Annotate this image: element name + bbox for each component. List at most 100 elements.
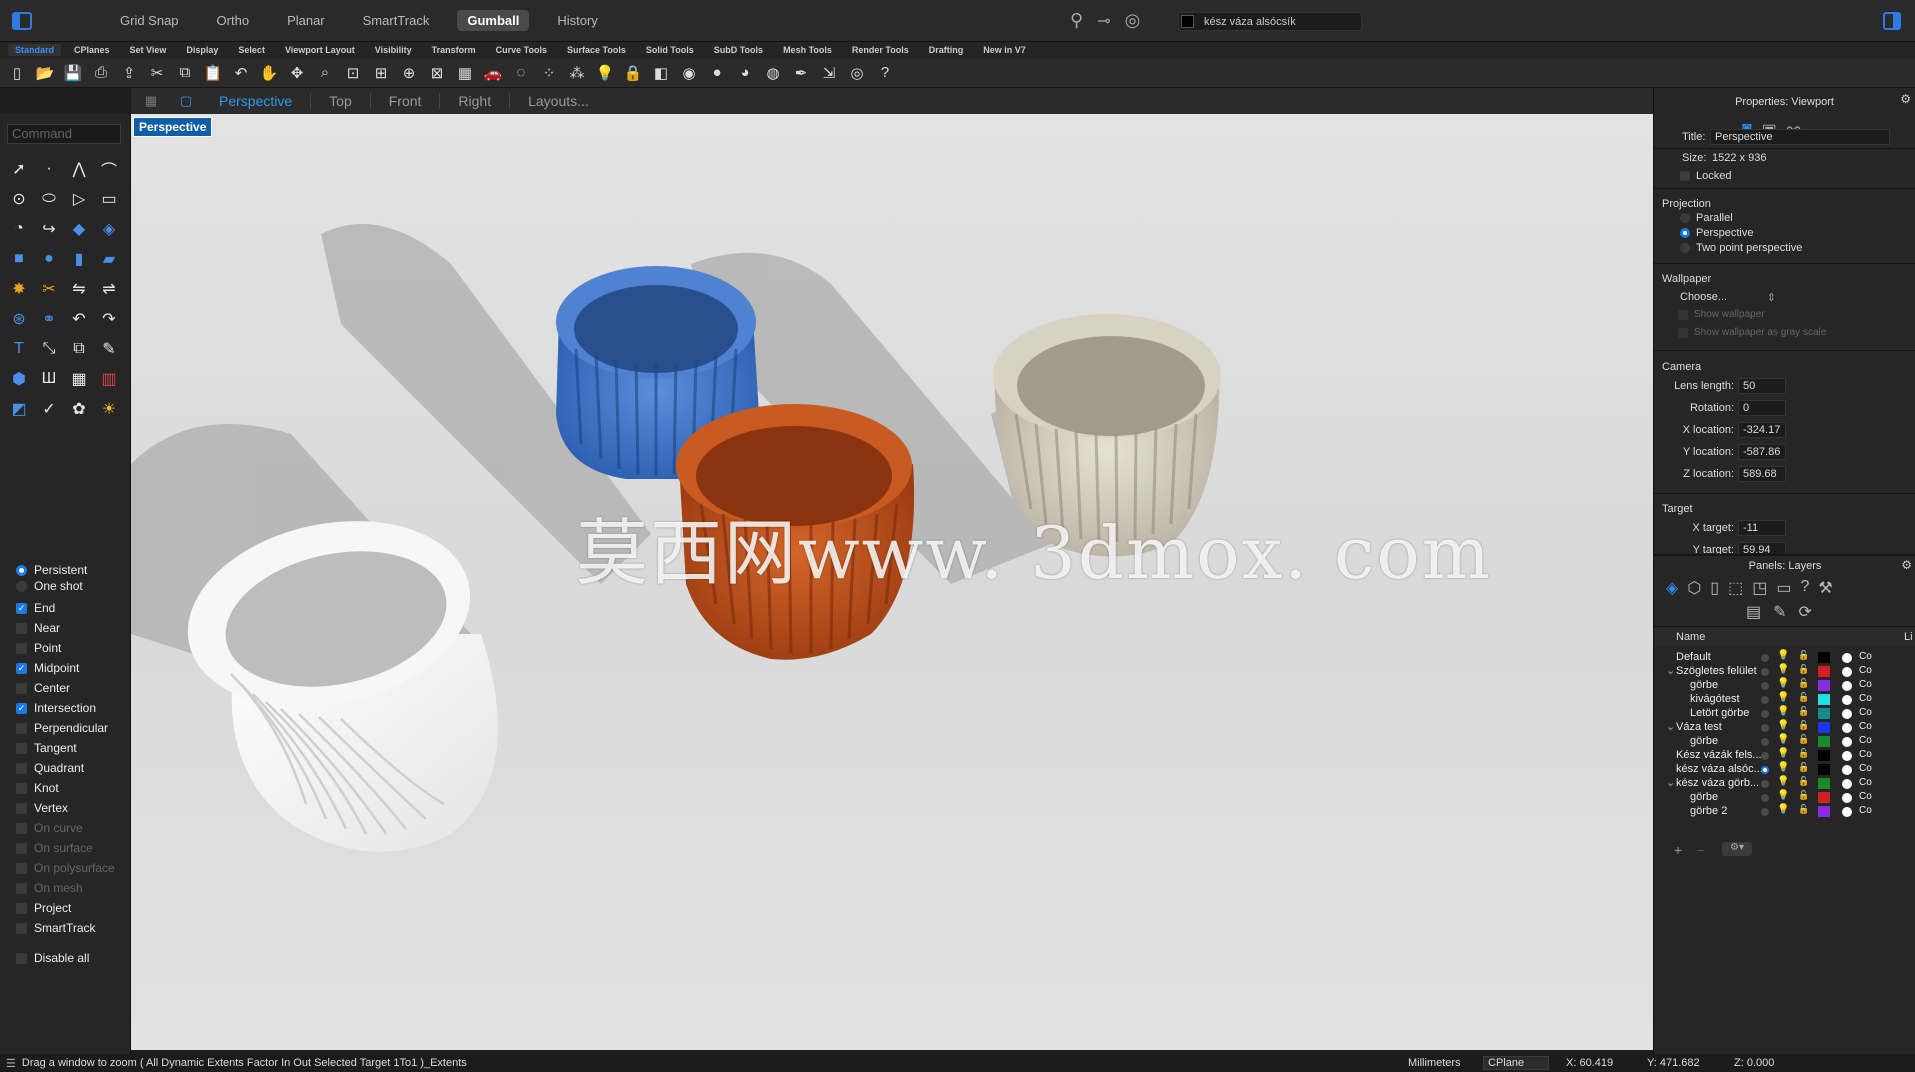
current-layer-dot-icon[interactable] (1761, 794, 1769, 802)
tab-standard[interactable]: Standard (8, 44, 62, 56)
tab-cplanes[interactable]: CPlanes (67, 44, 117, 56)
osnap-point-checkbox[interactable]: Point (16, 638, 131, 658)
projection-two-point-perspective-radio[interactable]: Two point perspective (1680, 240, 1802, 255)
join-icon[interactable]: ⇌ (94, 274, 124, 304)
copy-obj-icon[interactable]: ⧉ (64, 334, 94, 364)
current-layer-dot-icon[interactable] (1761, 710, 1769, 718)
layer-color-swatch[interactable] (1818, 694, 1830, 705)
panel-options-gear-icon[interactable]: ⚙ (1900, 92, 1911, 106)
history-panel-icon[interactable]: ⟳ (1799, 602, 1812, 622)
mode-history-button[interactable]: History (547, 10, 607, 31)
visibility-bulb-icon[interactable]: 💡 (1777, 678, 1789, 689)
layer-name[interactable]: görbe (1690, 735, 1772, 747)
material-dot-icon[interactable] (1842, 723, 1852, 733)
osnap-vertex-checkbox[interactable]: Vertex (16, 798, 131, 818)
undo-icon[interactable]: ↶ (230, 62, 252, 84)
current-layer-dot-icon[interactable] (1761, 752, 1769, 760)
expand-chevron-icon[interactable]: ⌄ (1666, 664, 1675, 677)
material-dot-icon[interactable] (1842, 751, 1852, 761)
layer-row[interactable]: görbe 2 💡 🔓 Co (1654, 804, 1915, 821)
light-tool-icon[interactable]: ☀ (94, 394, 124, 424)
fillet-curve-icon[interactable]: ↪ (34, 214, 64, 244)
layer-color-swatch[interactable] (1818, 722, 1830, 733)
mode-gumball-button[interactable]: Gumball (457, 10, 530, 31)
layout-icon[interactable]: ▥ (94, 364, 124, 394)
osnap-near-checkbox[interactable]: Near (16, 618, 131, 638)
pipette-icon[interactable]: ✒ (790, 62, 812, 84)
zoom-extents-icon[interactable]: ⊞ (370, 62, 392, 84)
layer-name[interactable]: kivágótest (1690, 693, 1772, 705)
title-field[interactable]: Perspective (1710, 129, 1890, 145)
visibility-bulb-icon[interactable]: 💡 (1777, 706, 1789, 717)
lock-icon[interactable]: 🔓 (1798, 790, 1809, 801)
osnap-quadrant-checkbox[interactable]: Quadrant (16, 758, 131, 778)
layer-color-swatch[interactable] (1818, 750, 1830, 761)
tab-set-view[interactable]: Set View (123, 44, 174, 56)
print-icon[interactable]: ⎙ (90, 62, 112, 84)
zoom-window-icon[interactable]: ⊡ (342, 62, 364, 84)
material-dot-icon[interactable] (1842, 793, 1852, 803)
material-dot-icon[interactable] (1842, 653, 1852, 663)
material-dot-icon[interactable] (1842, 709, 1852, 719)
paste-icon[interactable]: 📋 (202, 62, 224, 84)
lock-icon[interactable]: 🔓 (1798, 664, 1809, 675)
current-layer-dot-icon[interactable] (1761, 654, 1769, 662)
tab-subd-tools[interactable]: SubD Tools (707, 44, 770, 56)
layer-name[interactable]: görbe 2 (1690, 805, 1772, 817)
polyline-icon[interactable]: ⋀ (64, 154, 94, 184)
block-icon[interactable]: ⚭ (34, 304, 64, 334)
wallpaper-choose-select[interactable]: Choose... ⇕ (1680, 291, 1776, 304)
cplane-select[interactable]: CPlane (1483, 1056, 1549, 1070)
copy-icon[interactable]: ⧉ (174, 62, 196, 84)
car-icon[interactable]: 🚗 (482, 62, 504, 84)
field-z-location-input[interactable]: 589.68 (1738, 466, 1786, 482)
surface-icon[interactable]: ◆ (64, 214, 94, 244)
current-layer-dot-icon[interactable] (1761, 696, 1769, 704)
tab-visibility[interactable]: Visibility (368, 44, 419, 56)
layer-name[interactable]: kész váza alsóc... (1676, 763, 1772, 775)
cylinder-icon[interactable]: ▮ (64, 244, 94, 274)
objects-icon[interactable]: ⬚ (1728, 578, 1743, 598)
show-icon[interactable]: ⁘ (538, 62, 560, 84)
filter-icon[interactable]: ⚲ (1070, 10, 1083, 31)
osnap-perpendicular-checkbox[interactable]: Perpendicular (16, 718, 131, 738)
osnap-center-checkbox[interactable]: Center (16, 678, 131, 698)
remove-layer-icon[interactable]: − (1696, 842, 1704, 858)
current-layer-dot-icon[interactable] (1761, 808, 1769, 816)
field-lens-length-input[interactable]: 50 (1738, 378, 1786, 394)
color-wheel-icon[interactable]: ◉ (678, 62, 700, 84)
point-icon[interactable]: · (34, 154, 64, 184)
check-icon[interactable]: ✓ (34, 394, 64, 424)
import-icon[interactable]: ⇪ (118, 62, 140, 84)
zoom-icon[interactable]: ⌕ (314, 62, 336, 84)
command-input[interactable]: Command (7, 124, 121, 144)
material-dot-icon[interactable] (1842, 667, 1852, 677)
circle-icon[interactable]: ⊙ (4, 184, 34, 214)
split-icon[interactable]: ⇋ (64, 274, 94, 304)
layer-name[interactable]: görbe (1690, 679, 1772, 691)
view-tab-layouts[interactable]: Layouts... (510, 93, 607, 109)
layer-name[interactable]: Default (1676, 651, 1772, 663)
material-dot-icon[interactable] (1842, 737, 1852, 747)
visibility-bulb-icon[interactable]: 💡 (1777, 762, 1789, 773)
ellipse-icon[interactable]: ⬭ (34, 184, 64, 214)
layer-color-swatch[interactable] (1818, 666, 1830, 677)
tab-display[interactable]: Display (179, 44, 225, 56)
field-rotation-input[interactable]: 0 (1738, 400, 1786, 416)
layer-name[interactable]: Szögletes felület (1676, 665, 1772, 677)
help-icon[interactable]: ? (874, 62, 896, 84)
field-x-target-input[interactable]: -11 (1738, 520, 1786, 536)
current-layer-dot-icon[interactable] (1761, 766, 1769, 774)
tools-icon[interactable]: ⚒ (1818, 578, 1832, 598)
tab-render-tools[interactable]: Render Tools (845, 44, 916, 56)
record-history-icon[interactable]: ⊸ (1097, 11, 1110, 31)
perspective-viewport[interactable]: Perspective 莫西网www. 3dmox. com (131, 114, 1653, 1050)
osnap-disable-all-checkbox[interactable]: Disable all (16, 948, 131, 968)
field-y-location-input[interactable]: -587.86 (1738, 444, 1786, 460)
cut-icon[interactable]: ✂ (146, 62, 168, 84)
layer-name[interactable]: kész váza görb... (1676, 777, 1772, 789)
loft-icon[interactable]: ◈ (94, 214, 124, 244)
offset-icon[interactable]: ↶ (64, 304, 94, 334)
curve-icon[interactable]: ⌒ (94, 154, 124, 184)
zoom-all-icon[interactable]: ⊠ (426, 62, 448, 84)
